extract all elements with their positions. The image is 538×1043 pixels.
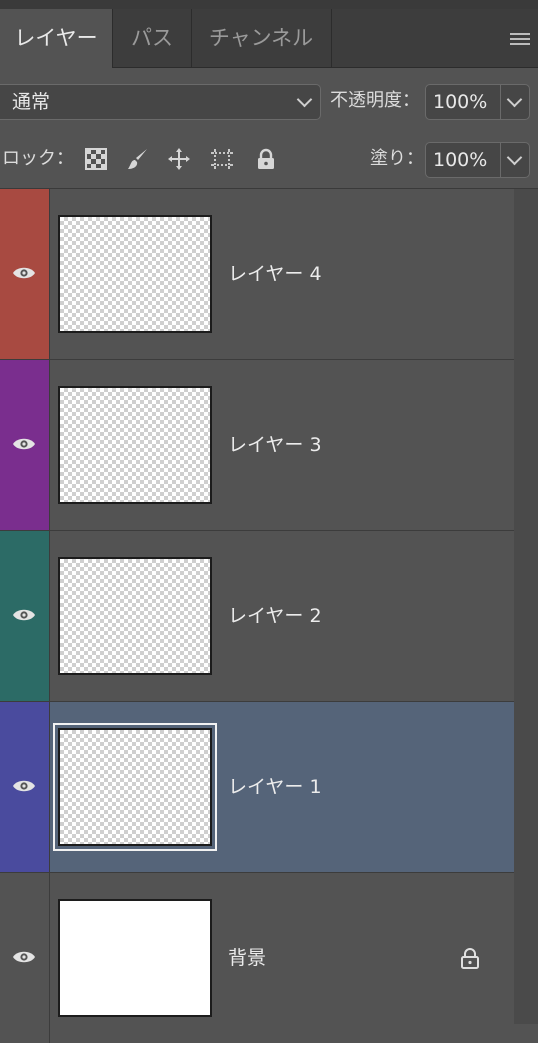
opacity-label: 不透明度： [330,90,420,111]
tab-channels[interactable]: チャンネル [191,9,332,67]
lock-label: ロック： [2,148,74,169]
layer-name[interactable]: レイヤー 1 [228,702,322,872]
fill-label: 塗り： [370,148,424,169]
layer-name[interactable]: レイヤー 4 [228,189,322,359]
lock-transparent-pixels-icon[interactable] [84,147,108,171]
layer-thumbnail[interactable] [58,899,212,1017]
eye-icon[interactable] [12,436,36,452]
tab-paths[interactable]: パス [112,9,192,67]
layer-color-label [0,873,50,1043]
eye-icon[interactable] [12,778,36,794]
layer-color-label [0,702,50,872]
layer-row[interactable]: レイヤー 3 [0,360,514,531]
layers-list: レイヤー 4 レイヤー 3 レイヤー 2 レイヤー 1 背景 [0,189,538,1043]
chevron-down-icon [506,149,523,166]
blend-mode-value: 通常 [12,91,51,113]
eye-icon[interactable] [12,265,36,281]
eye-icon[interactable] [12,949,36,965]
chevron-down-icon [296,91,313,108]
opacity-field[interactable]: 100% [425,84,501,120]
layer-row[interactable]: レイヤー 2 [0,531,514,702]
layer-row[interactable]: レイヤー 4 [0,189,514,360]
lock-icon[interactable] [460,947,480,969]
layer-name[interactable]: レイヤー 2 [228,531,322,701]
fill-value: 100% [433,149,488,171]
layer-color-label [0,360,50,530]
layer-row-background[interactable]: 背景 [0,873,514,1043]
blend-mode-select[interactable]: 通常 [0,84,321,120]
layer-thumbnail[interactable] [58,557,212,675]
lock-artboard-icon[interactable] [210,147,234,171]
tab-bar: レイヤー パス チャンネル [0,9,538,68]
layer-name[interactable]: レイヤー 3 [228,360,322,530]
layer-name[interactable]: 背景 [228,873,266,1043]
lock-image-pixels-icon[interactable] [126,147,150,171]
eye-icon[interactable] [12,607,36,623]
tab-layers[interactable]: レイヤー [0,9,112,68]
fill-dropdown-button[interactable] [500,142,530,178]
layers-scrollbar[interactable] [514,189,538,1024]
chevron-down-icon [506,91,523,108]
layer-thumbnail[interactable] [58,215,212,333]
lock-all-icon[interactable] [254,147,278,171]
layer-thumbnail[interactable] [58,386,212,504]
layer-color-label [0,531,50,701]
layer-row-selected[interactable]: レイヤー 1 [0,702,514,873]
opacity-value: 100% [433,91,488,113]
opacity-dropdown-button[interactable] [500,84,530,120]
layer-thumbnail[interactable] [58,728,212,846]
lock-fill-row: ロック： 塗り： 100% [0,140,538,178]
fill-field[interactable]: 100% [425,142,501,178]
panel-menu-icon[interactable] [510,33,530,47]
lock-position-icon[interactable] [167,147,191,171]
blend-opacity-row: 通常 不透明度： 100% [0,84,538,122]
window-top-strip [0,0,538,9]
layer-color-label [0,189,50,359]
